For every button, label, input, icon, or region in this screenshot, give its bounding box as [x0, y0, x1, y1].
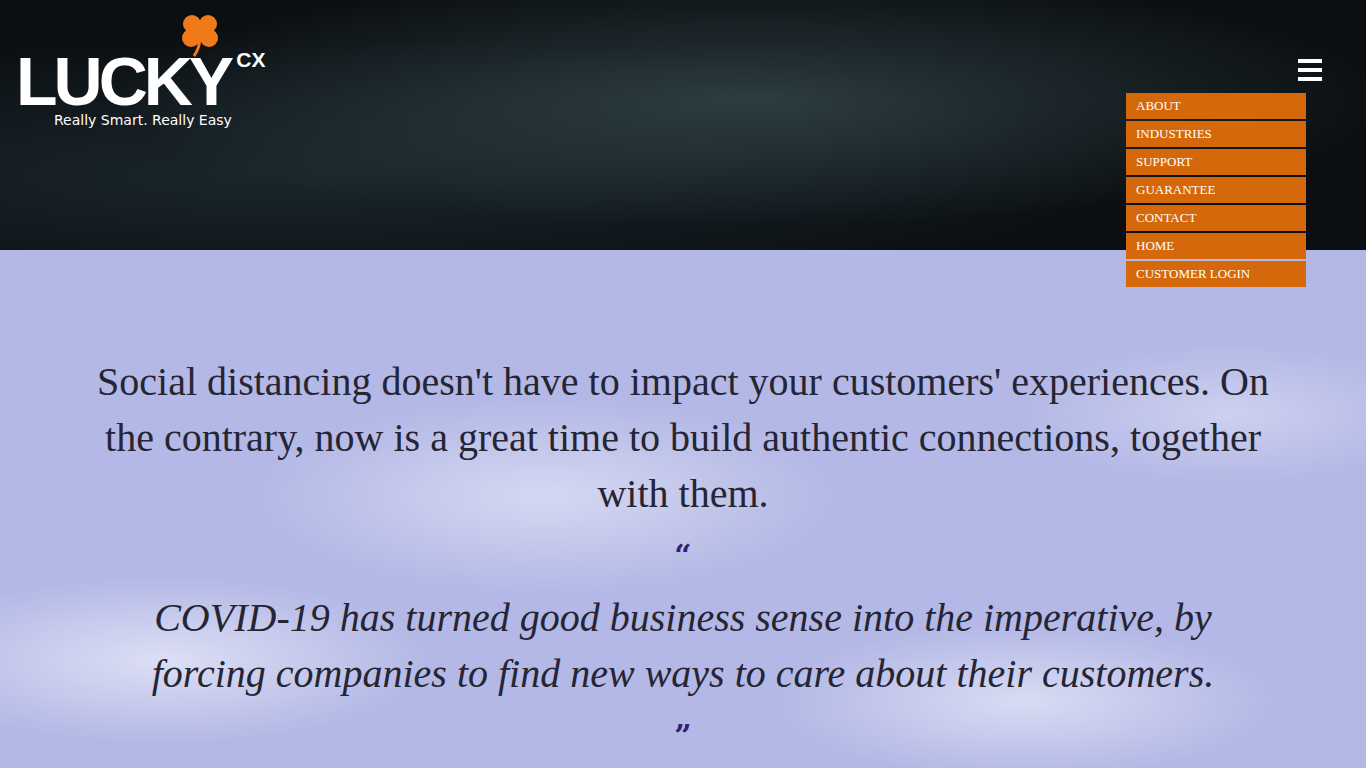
- menu-item[interactable]: HOME: [1126, 233, 1306, 259]
- hero-heading: Social distancing doesn't have to impact…: [73, 354, 1293, 522]
- clover-icon: [178, 12, 222, 58]
- menu-item[interactable]: CUSTOMER LOGIN: [1126, 261, 1306, 287]
- quote-close-mark: ”: [73, 718, 1293, 754]
- menu-item[interactable]: SUPPORT: [1126, 149, 1306, 175]
- header-banner: LUCKYCX Really Smart. Really Easy ABOUTIND…: [0, 0, 1366, 250]
- logo-tagline: Really Smart. Really Easy: [54, 112, 266, 128]
- menu-item[interactable]: ABOUT: [1126, 93, 1306, 119]
- hero-quote: COVID-19 has turned good business sense …: [93, 590, 1273, 702]
- menu-item[interactable]: INDUSTRIES: [1126, 121, 1306, 147]
- menu-item[interactable]: CONTACT: [1126, 205, 1306, 231]
- hero: Social distancing doesn't have to impact…: [0, 250, 1366, 768]
- logo-suffix: CX: [236, 48, 265, 72]
- logo[interactable]: LUCKYCX Really Smart. Really Easy: [16, 12, 266, 128]
- page: LUCKYCX Really Smart. Really Easy ABOUTIND…: [0, 0, 1366, 768]
- hamburger-icon[interactable]: [1298, 59, 1322, 81]
- menu-item[interactable]: GUARANTEE: [1126, 177, 1306, 203]
- logo-name: LUCKY: [16, 52, 230, 110]
- dropdown-menu: ABOUTINDUSTRIESSUPPORTGUARANTEECONTACTHO…: [1126, 93, 1306, 287]
- quote-open-mark: “: [73, 538, 1293, 574]
